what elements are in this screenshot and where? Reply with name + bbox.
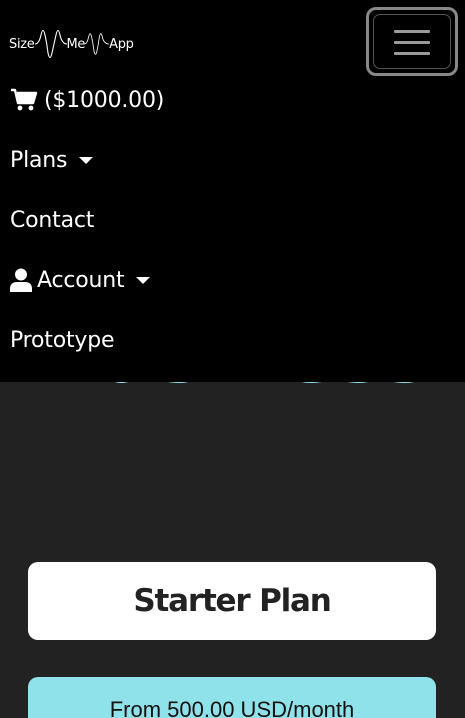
waveform-icon xyxy=(34,29,67,59)
nav-account-label: Account xyxy=(37,267,125,293)
brand-text-app: App xyxy=(109,36,134,52)
caret-down-icon xyxy=(136,277,151,284)
nav-contact-label: Contact xyxy=(10,207,95,233)
page: Business Starter Plan From 500.00 USD/mo… xyxy=(0,0,465,718)
brand-text-size: Size xyxy=(9,36,35,52)
starter-plan-card[interactable]: Starter Plan xyxy=(28,562,436,640)
caret-down-icon xyxy=(79,157,94,164)
navbar: Size Me App ($1000.00) Plans Contact Acc… xyxy=(0,0,465,382)
plan-price-card: From 500.00 USD/month xyxy=(28,677,436,718)
user-icon xyxy=(10,268,32,292)
nav-cart-link[interactable]: ($1000.00) xyxy=(10,80,164,120)
plan-price-text: From 500.00 USD/month xyxy=(109,697,355,718)
starter-plan-title: Starter Plan xyxy=(133,583,331,619)
waveform-icon xyxy=(84,33,110,55)
nav-account-dropdown[interactable]: Account xyxy=(10,260,151,300)
nav-plans-label: Plans xyxy=(10,147,68,173)
brand-logo[interactable]: Size Me App xyxy=(9,24,134,64)
nav-plans-dropdown[interactable]: Plans xyxy=(10,140,94,180)
nav-prototype-link[interactable]: Prototype xyxy=(10,320,115,360)
nav-cart-total: ($1000.00) xyxy=(44,87,165,113)
nav-contact-link[interactable]: Contact xyxy=(10,200,94,240)
shopping-cart-icon xyxy=(10,88,38,112)
nav-prototype-label: Prototype xyxy=(10,327,115,353)
brand-text-me: Me xyxy=(66,36,86,52)
navbar-toggler-button[interactable] xyxy=(366,7,458,76)
